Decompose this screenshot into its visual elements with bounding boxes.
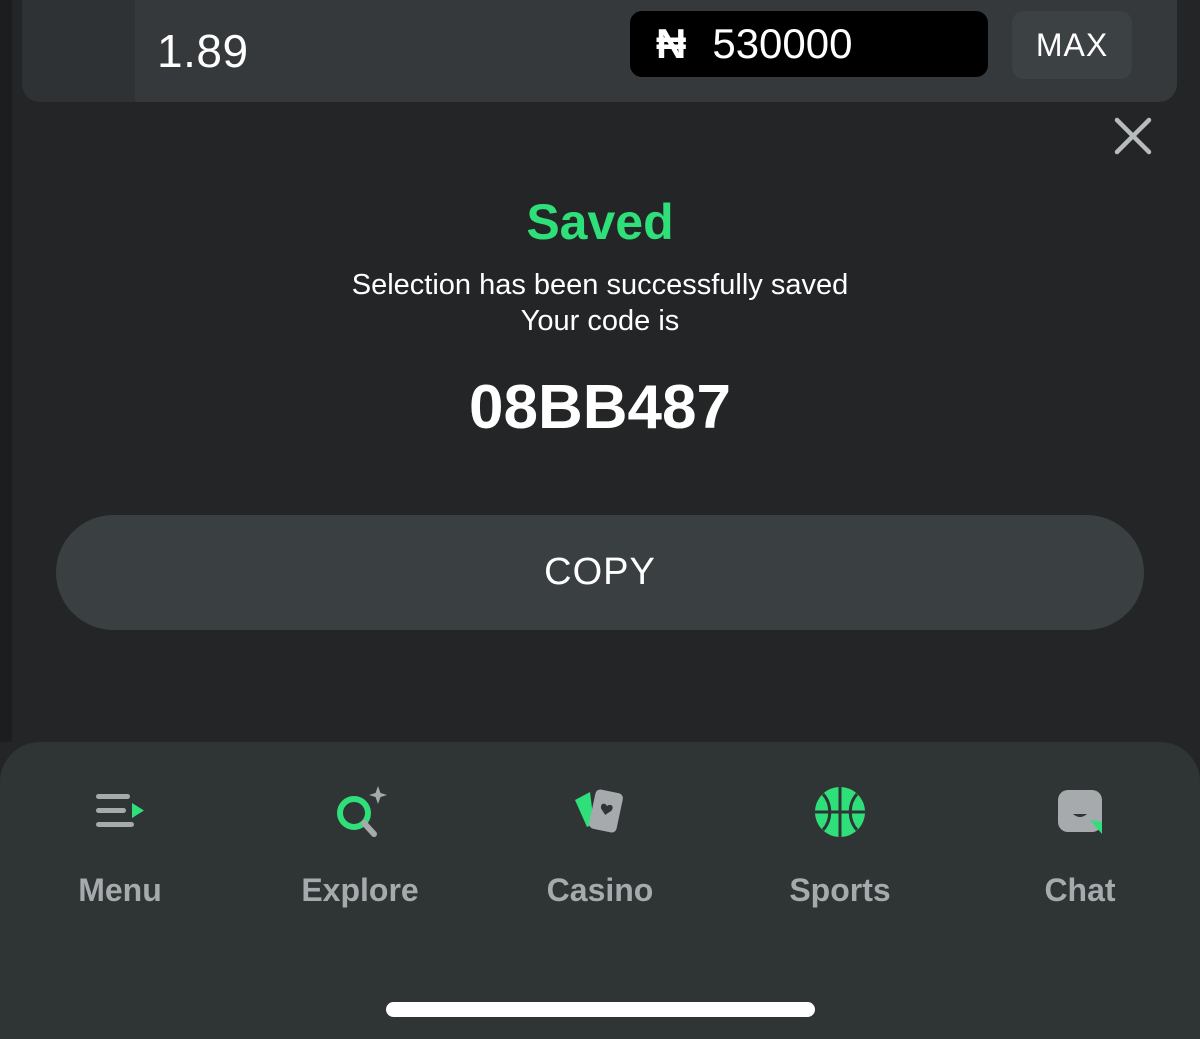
explore-search-icon: [337, 786, 387, 837]
nav-item-chat[interactable]: Chat: [980, 782, 1180, 922]
stake-row-left-strip: [22, 0, 135, 102]
nav-item-explore[interactable]: Explore: [260, 782, 460, 922]
nav-label-chat: Chat: [1044, 872, 1116, 908]
nav-label-explore: Explore: [301, 872, 419, 908]
bottom-nav: Menu Explore Casino Sports Chat: [0, 742, 1200, 1039]
saved-message: Selection has been successfully saved: [351, 269, 849, 301]
booking-code: 08BB487: [469, 373, 731, 442]
stake-amount-input[interactable]: ₦ 530000: [630, 11, 988, 77]
nav-item-sports[interactable]: Sports: [740, 782, 940, 922]
menu-icon: [96, 794, 144, 827]
chat-icon: [1058, 790, 1102, 834]
max-stake-button[interactable]: MAX: [1012, 11, 1132, 79]
code-label: Your code is: [520, 305, 680, 337]
home-indicator[interactable]: [386, 1002, 815, 1017]
left-rail: [0, 0, 12, 742]
nav-item-menu[interactable]: Menu: [20, 782, 220, 922]
page: 1.89 ₦ 530000 MAX Saved Selection has be…: [0, 0, 1200, 1039]
odds-value: 1.89: [157, 25, 249, 77]
naira-currency-symbol: ₦: [656, 20, 687, 67]
nav-label-sports: Sports: [789, 872, 891, 908]
copy-button[interactable]: COPY: [56, 515, 1144, 630]
basketball-icon: [815, 787, 865, 837]
nav-item-casino[interactable]: Casino: [500, 782, 700, 922]
nav-label-casino: Casino: [546, 872, 654, 908]
saved-title: Saved: [526, 194, 674, 250]
close-icon[interactable]: [1112, 115, 1154, 157]
nav-label-menu: Menu: [78, 872, 162, 908]
casino-cards-icon: [575, 789, 623, 833]
stake-amount-value: 530000: [712, 20, 853, 67]
